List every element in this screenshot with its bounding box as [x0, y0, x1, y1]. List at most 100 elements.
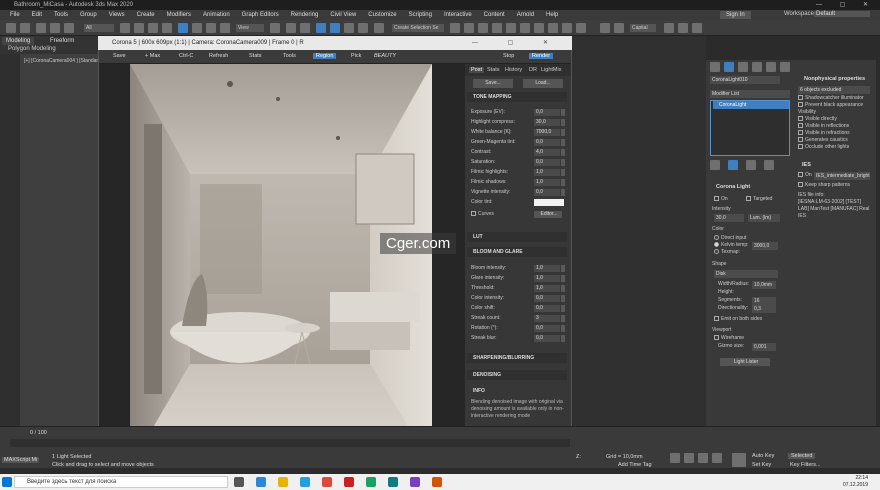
- toolbar-icon[interactable]: [614, 23, 624, 33]
- tint-field[interactable]: 0,0: [534, 139, 560, 146]
- vfb-tools-button[interactable]: Tools: [283, 53, 296, 59]
- stack-item-coronalight[interactable]: CoronaLight: [713, 101, 789, 109]
- pivot-icon[interactable]: [270, 23, 280, 33]
- on-checkbox[interactable]: On: [714, 196, 728, 203]
- redo-icon[interactable]: [20, 23, 30, 33]
- light-lister-button[interactable]: Light Lister: [720, 358, 770, 366]
- display-tab-icon[interactable]: [766, 62, 776, 72]
- vfb-copy-button[interactable]: Ctrl-C: [179, 53, 193, 59]
- place-icon[interactable]: [220, 23, 230, 33]
- select-icon[interactable]: [120, 23, 130, 33]
- play-icon[interactable]: [698, 453, 708, 463]
- np-item-caustics[interactable]: Generates caustics: [798, 137, 848, 144]
- sign-in-button[interactable]: Sign In: [720, 11, 751, 19]
- targeted-checkbox[interactable]: Targeted: [746, 196, 772, 203]
- move-icon[interactable]: [178, 23, 188, 33]
- chrome-icon[interactable]: [322, 477, 332, 487]
- windows-start-icon[interactable]: [2, 477, 12, 487]
- vfb-max-button[interactable]: + Max: [145, 53, 160, 59]
- ies-on-checkbox[interactable]: On: [798, 172, 812, 179]
- contrast-field[interactable]: 4,0: [534, 149, 560, 156]
- menu-customize[interactable]: Customize: [368, 12, 396, 18]
- streak-count-field[interactable]: 3: [534, 315, 560, 322]
- menu-file[interactable]: File: [10, 12, 20, 18]
- render-frame-icon[interactable]: [562, 23, 572, 33]
- remove-modifier-icon[interactable]: [764, 160, 774, 170]
- section-sharpening[interactable]: SHARPENING/BLURRING: [467, 353, 567, 363]
- layers-icon[interactable]: [478, 23, 488, 33]
- tab-freeform[interactable]: Freeform: [46, 37, 79, 45]
- scale-icon[interactable]: [206, 23, 216, 33]
- section-tone-mapping[interactable]: TONE MAPPING: [467, 92, 567, 102]
- bloom-intensity-field[interactable]: 1,0: [534, 265, 560, 272]
- menu-group[interactable]: Group: [80, 12, 97, 18]
- vfb-refresh-button[interactable]: Refresh: [209, 53, 228, 59]
- color-intensity-field[interactable]: 0,0: [534, 295, 560, 302]
- utilities-tab-icon[interactable]: [780, 62, 790, 72]
- vfb-pick-button[interactable]: Pick: [351, 53, 361, 59]
- color-shift-field[interactable]: 0,0: [534, 305, 560, 312]
- object-name-field[interactable]: CoronaLight010: [710, 76, 780, 84]
- select-manipulate-icon[interactable]: [286, 23, 296, 33]
- post-load-button[interactable]: Load...: [523, 79, 563, 88]
- section-bloom-glare[interactable]: BLOOM AND GLARE: [467, 247, 567, 257]
- menu-graph-editors[interactable]: Graph Editors: [242, 12, 279, 18]
- menu-animation[interactable]: Animation: [203, 12, 230, 18]
- toolbar-extra2-icon[interactable]: [678, 23, 688, 33]
- snaps-icon[interactable]: [316, 23, 326, 33]
- app3-icon[interactable]: [432, 477, 442, 487]
- shape-dropdown[interactable]: Disk: [714, 270, 778, 278]
- menu-help[interactable]: Help: [546, 12, 558, 18]
- store-icon[interactable]: [300, 477, 310, 487]
- add-time-tag[interactable]: Add Time Tag: [618, 462, 652, 468]
- app-icon[interactable]: [366, 477, 376, 487]
- filmic-shadows-field[interactable]: 1,0: [534, 179, 560, 186]
- streak-blur-field[interactable]: 0,0: [534, 335, 560, 342]
- vfb-stop-button[interactable]: Stop: [503, 53, 514, 59]
- set-key-button[interactable]: Set Key: [752, 462, 771, 468]
- emit-both-sides-checkbox[interactable]: Emit on both sides: [714, 316, 762, 323]
- highlight-field[interactable]: 30,0: [534, 119, 560, 126]
- glare-intensity-field[interactable]: 1,0: [534, 275, 560, 282]
- direct-input-radio[interactable]: Direct input: [714, 235, 746, 242]
- maxscript-listener[interactable]: MAXScript Mi: [2, 457, 40, 463]
- segments-field[interactable]: 16: [752, 297, 776, 305]
- taskbar-search[interactable]: Введите здесь текст для поиска: [14, 476, 228, 488]
- app2-icon[interactable]: [410, 477, 420, 487]
- toolbar-extra-icon[interactable]: [664, 23, 674, 33]
- material-editor-icon[interactable]: [534, 23, 544, 33]
- np-item-visible-reflections[interactable]: Visible in reflections: [798, 123, 849, 130]
- create-tab-icon[interactable]: [710, 62, 720, 72]
- menu-rendering[interactable]: Rendering: [291, 12, 319, 18]
- ies-file-button[interactable]: IES_intermediate_bright: [814, 172, 870, 180]
- exposure-field[interactable]: 0,0: [534, 109, 560, 116]
- unlink-icon[interactable]: [50, 23, 60, 33]
- rotation-field[interactable]: 0,0: [534, 325, 560, 332]
- modifier-list-dropdown[interactable]: Modifier List: [710, 90, 790, 98]
- percent-snap-icon[interactable]: [344, 23, 354, 33]
- white-balance-field[interactable]: 7000,0: [534, 129, 560, 136]
- np-item-shadowcatcher[interactable]: Shadowcatcher illuminator: [798, 95, 864, 102]
- kelvin-radio[interactable]: Kelvin temp:: [714, 242, 749, 249]
- curves-editor-button[interactable]: Editor...: [534, 211, 562, 218]
- keyboard-shortcut-icon[interactable]: [300, 23, 310, 33]
- ies-keep-sharp-checkbox[interactable]: Keep sharp patterns: [798, 182, 850, 189]
- explorer-icon[interactable]: [278, 477, 288, 487]
- saturation-field[interactable]: 0,0: [534, 159, 560, 166]
- intensity-unit-dropdown[interactable]: Lum. (lm): [748, 214, 780, 222]
- gizmo-size-field[interactable]: 0,001: [752, 343, 776, 351]
- scene-explorer-icon[interactable]: [492, 23, 502, 33]
- excluded-objects-button[interactable]: 6 objects excluded: [798, 86, 870, 94]
- tab-lightmix[interactable]: LightMix: [541, 67, 561, 73]
- menu-civil-view[interactable]: Civil View: [330, 12, 356, 18]
- undo-icon[interactable]: [6, 23, 16, 33]
- bind-icon[interactable]: [64, 23, 74, 33]
- next-frame-icon[interactable]: [712, 453, 722, 463]
- vfb-channel-dropdown[interactable]: BEAUTY: [374, 53, 396, 59]
- np-item-visible-refractions[interactable]: Visible in refractions: [798, 130, 850, 137]
- np-item-occlude[interactable]: Occlude other lights: [798, 144, 849, 151]
- taskbar-clock[interactable]: 22:14 07.12.2019: [843, 475, 868, 489]
- menu-interactive[interactable]: Interactive: [444, 12, 472, 18]
- menu-edit[interactable]: Edit: [32, 12, 42, 18]
- select-by-name-icon[interactable]: [134, 23, 144, 33]
